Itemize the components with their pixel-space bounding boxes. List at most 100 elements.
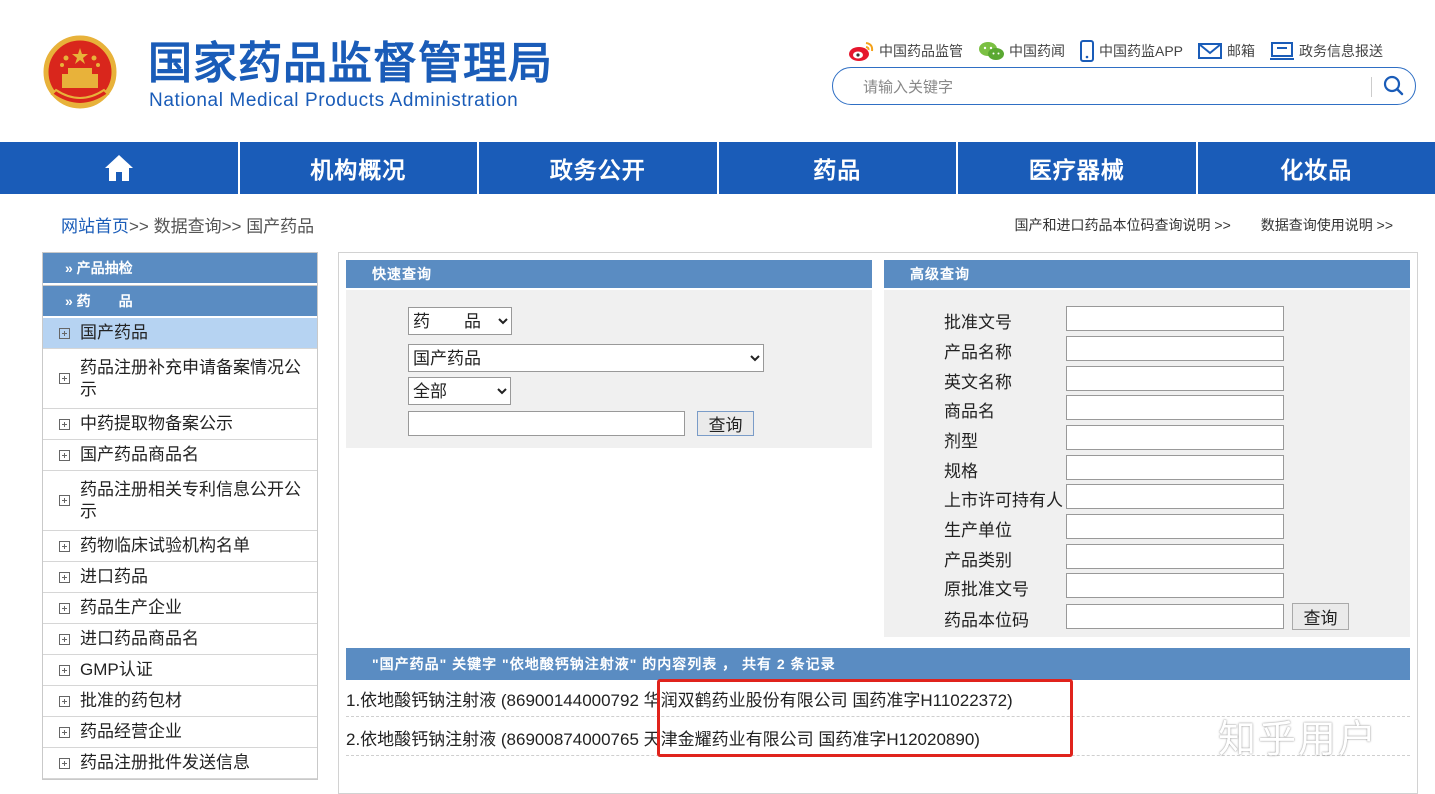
wechat-icon	[977, 40, 1005, 62]
sidebar-item-label: 国产药品商品名	[80, 444, 199, 466]
sidebar-item-domestic-trade-names[interactable]: 国产药品商品名	[43, 440, 317, 471]
expand-icon	[59, 665, 70, 676]
field-label-drug-code: 药品本位码	[944, 606, 1029, 631]
quick-search-panel: 药 品 国产药品 全部 查询	[346, 290, 872, 448]
sidebar-item-domestic-drugs[interactable]: 国产药品	[43, 318, 317, 349]
category-select[interactable]: 药 品	[408, 307, 512, 335]
monitor-icon	[1269, 41, 1295, 61]
field-label-trade-name: 商品名	[944, 397, 995, 422]
usage-help-link[interactable]: 数据查询使用说明 >>	[1261, 215, 1393, 235]
sidebar-item-patent-info[interactable]: 药品注册相关专利信息公开公示	[43, 471, 317, 531]
sidebar: » 产品抽检 » 药 品 国产药品 药品注册补充申请备案情况公示 中药提取物备案…	[42, 252, 318, 780]
specification-input[interactable]	[1066, 455, 1284, 480]
search-icon[interactable]	[1381, 74, 1407, 98]
top-link-wechat[interactable]: 中国药闻	[977, 40, 1065, 62]
breadcrumb-sep: >>	[222, 217, 242, 236]
sidebar-item-label: 批准的药包材	[80, 690, 182, 712]
approval-no-input[interactable]	[1066, 306, 1284, 331]
sidebar-item-manufacturers[interactable]: 药品生产企业	[43, 593, 317, 624]
expand-icon	[59, 634, 70, 645]
sidebar-item-packaging[interactable]: 批准的药包材	[43, 686, 317, 717]
sidebar-item-label: 药品注册相关专利信息公开公示	[80, 479, 311, 523]
home-icon	[103, 153, 135, 183]
sidebar-item-label: 进口药品	[80, 566, 148, 588]
advanced-search-title: 高级查询	[884, 260, 1410, 288]
drug-code-input[interactable]	[1066, 604, 1284, 629]
sidebar-item-label: 药品经营企业	[80, 721, 182, 743]
zhihu-watermark: 知乎用户	[1218, 708, 1378, 763]
field-select[interactable]: 全部	[408, 377, 511, 405]
sidebar-item-supplement-filing[interactable]: 药品注册补充申请备案情况公示	[43, 349, 317, 409]
nav-item-devices[interactable]: 医疗器械	[958, 142, 1198, 194]
manufacturer-input[interactable]	[1066, 514, 1284, 539]
sidebar-item-label: 进口药品商品名	[80, 628, 199, 650]
code-query-help-link[interactable]: 国产和进口药品本位码查询说明 >>	[1015, 215, 1231, 235]
trade-name-input[interactable]	[1066, 395, 1284, 420]
sidebar-item-label: GMP认证	[80, 659, 153, 681]
top-link-label: 邮箱	[1227, 41, 1255, 61]
top-link-weibo[interactable]: 中国药品监管	[847, 40, 963, 62]
field-label-original-approval-no: 原批准文号	[944, 575, 1029, 600]
top-link-label: 中国药品监管	[879, 41, 963, 61]
weibo-icon	[847, 40, 875, 62]
results-header: "国产药品" 关键字 "依地酸钙钠注射液" 的内容列表 ， 共有 2 条记录	[346, 648, 1410, 680]
top-link-label: 中国药闻	[1009, 41, 1065, 61]
nav-item-cosmetics[interactable]: 化妆品	[1198, 142, 1435, 194]
sidebar-section-sampling[interactable]: » 产品抽检	[43, 252, 317, 285]
help-links: 国产和进口药品本位码查询说明 >> 数据查询使用说明 >>	[1015, 215, 1394, 235]
sidebar-section-drugs[interactable]: » 药 品	[43, 285, 317, 318]
expand-icon	[59, 758, 70, 769]
search-divider	[1371, 77, 1372, 97]
sidebar-item-imported-trade-names[interactable]: 进口药品商品名	[43, 624, 317, 655]
top-link-report[interactable]: 政务信息报送	[1269, 41, 1383, 61]
breadcrumb-sep: >>	[129, 217, 149, 236]
site-header: 国家药品监督管理局 National Medical Products Admi…	[0, 0, 1435, 142]
advanced-search-button[interactable]: 查询	[1292, 603, 1349, 630]
database-select[interactable]: 国产药品	[408, 344, 764, 372]
sidebar-item-distributors[interactable]: 药品经营企业	[43, 717, 317, 748]
product-name-input[interactable]	[1066, 336, 1284, 361]
field-label-approval-no: 批准文号	[944, 308, 1012, 333]
english-name-input[interactable]	[1066, 366, 1284, 391]
dosage-form-input[interactable]	[1066, 425, 1284, 450]
license-holder-input[interactable]	[1066, 484, 1284, 509]
expand-icon	[59, 603, 70, 614]
site-title-cn[interactable]: 国家药品监督管理局	[148, 36, 553, 92]
main-nav: 机构概况 政务公开 药品 医疗器械 化妆品	[0, 142, 1435, 194]
product-category-input[interactable]	[1066, 544, 1284, 569]
sidebar-item-gmp[interactable]: GMP认证	[43, 655, 317, 686]
sidebar-item-label: 国产药品	[80, 322, 148, 344]
expand-icon	[59, 572, 70, 583]
sidebar-item-label: 药品注册批件发送信息	[80, 752, 250, 774]
field-label-english-name: 英文名称	[944, 368, 1012, 393]
original-approval-no-input[interactable]	[1066, 573, 1284, 598]
expand-icon	[59, 696, 70, 707]
national-emblem-icon	[40, 34, 120, 114]
sidebar-item-label: 中药提取物备案公示	[80, 413, 233, 435]
top-link-mail[interactable]: 邮箱	[1197, 41, 1255, 61]
quick-search-button[interactable]: 查询	[697, 411, 754, 436]
nav-item-about[interactable]: 机构概况	[240, 142, 480, 194]
expand-icon	[59, 495, 70, 506]
expand-icon	[59, 450, 70, 461]
sidebar-item-tcm-extract[interactable]: 中药提取物备案公示	[43, 409, 317, 440]
expand-icon	[59, 328, 70, 339]
quick-search-input[interactable]	[408, 411, 685, 436]
advanced-search-panel: 批准文号 产品名称 英文名称 商品名 剂型 规格 上市许可持有人 生产单位 产品…	[884, 290, 1410, 637]
sidebar-item-approval-dispatch[interactable]: 药品注册批件发送信息	[43, 748, 317, 779]
field-label-dosage-form: 剂型	[944, 427, 978, 452]
sidebar-item-clinical-trial-institutions[interactable]: 药物临床试验机构名单	[43, 531, 317, 562]
nav-home[interactable]	[0, 142, 240, 194]
field-label-product-name: 产品名称	[944, 338, 1012, 363]
sidebar-item-imported-drugs[interactable]: 进口药品	[43, 562, 317, 593]
search-input[interactable]	[861, 74, 1365, 100]
nav-item-government[interactable]: 政务公开	[479, 142, 719, 194]
site-search	[832, 67, 1416, 105]
expand-icon	[59, 727, 70, 738]
breadcrumb-current: 国产药品	[246, 217, 314, 236]
top-link-app[interactable]: 中国药监APP	[1079, 40, 1183, 62]
breadcrumb-home[interactable]: 网站首页	[61, 217, 129, 236]
nav-item-drugs[interactable]: 药品	[719, 142, 959, 194]
site-title-en[interactable]: National Medical Products Administration	[149, 90, 518, 112]
breadcrumb-data-query[interactable]: 数据查询	[154, 217, 222, 236]
